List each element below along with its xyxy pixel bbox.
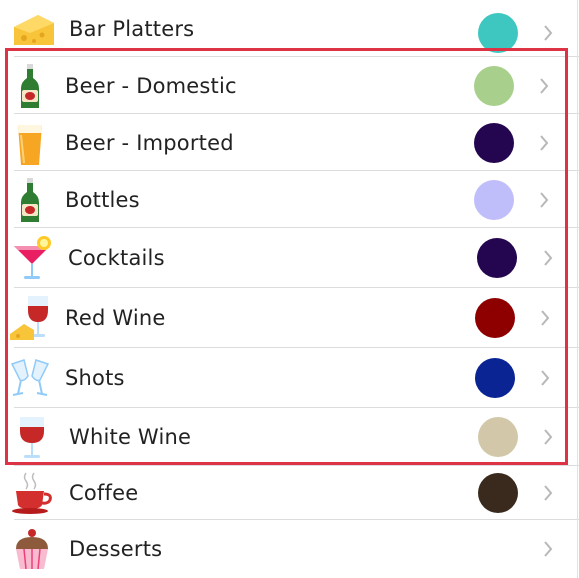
- list-item-bar-platters[interactable]: Bar Platters: [0, 0, 579, 57]
- list-item-cocktails[interactable]: Cocktails: [0, 228, 579, 288]
- color-swatch: [478, 473, 518, 513]
- row-label: Shots: [65, 366, 125, 390]
- row-label: Beer - Imported: [65, 130, 234, 155]
- chevron-right-icon: [543, 429, 553, 445]
- row-label: Cocktails: [68, 246, 165, 270]
- wine-glass-icon: [10, 413, 54, 461]
- chevron-right-icon: [539, 191, 549, 208]
- list-item-bottles[interactable]: Bottles: [0, 171, 579, 228]
- beer-bottle-icon: [8, 176, 52, 224]
- cheese-icon: [12, 5, 56, 53]
- cocktail-glass-icon: [10, 234, 54, 282]
- chevron-right-icon: [540, 310, 550, 326]
- chevron-right-icon: [543, 250, 553, 266]
- chevron-right-icon: [543, 24, 553, 41]
- color-swatch: [475, 358, 515, 398]
- row-label: Bar Platters: [69, 16, 195, 41]
- row-label: Red Wine: [65, 306, 166, 330]
- color-swatch: [478, 417, 518, 457]
- cupcake-icon: [10, 525, 54, 573]
- list-item-beer-imported[interactable]: Beer - Imported: [0, 114, 579, 171]
- chevron-right-icon: [543, 485, 553, 501]
- list-item-coffee[interactable]: Coffee: [0, 466, 579, 520]
- beer-bottle-icon: [8, 62, 52, 110]
- red-wine-cheese-icon: [8, 294, 52, 342]
- color-swatch: [474, 122, 514, 163]
- row-label: Beer - Domestic: [65, 73, 237, 98]
- chevron-right-icon: [539, 134, 549, 151]
- chevron-right-icon: [539, 77, 549, 94]
- list-item-desserts[interactable]: Desserts: [0, 520, 579, 578]
- color-swatch: [478, 12, 518, 53]
- list-item-white-wine[interactable]: White Wine: [0, 408, 579, 466]
- color-swatch: [474, 179, 514, 220]
- color-swatch: [477, 238, 517, 278]
- row-label: Desserts: [69, 537, 163, 561]
- category-list: Bar Platters Beer - Domestic Beer - Impo…: [0, 0, 579, 578]
- list-item-red-wine[interactable]: Red Wine: [0, 288, 579, 348]
- list-item-beer-domestic[interactable]: Beer - Domestic: [0, 57, 579, 114]
- coffee-cup-icon: [10, 469, 54, 517]
- chevron-right-icon: [540, 370, 550, 386]
- champagne-glasses-icon: [8, 354, 52, 402]
- row-label: White Wine: [69, 425, 192, 449]
- list-item-shots[interactable]: Shots: [0, 348, 579, 408]
- row-label: Bottles: [65, 187, 140, 212]
- scroll-edge: [577, 0, 578, 578]
- color-swatch: [474, 65, 514, 106]
- color-swatch: [475, 298, 515, 338]
- row-label: Coffee: [69, 481, 139, 505]
- beer-glass-icon: [8, 119, 52, 167]
- chevron-right-icon: [543, 541, 553, 557]
